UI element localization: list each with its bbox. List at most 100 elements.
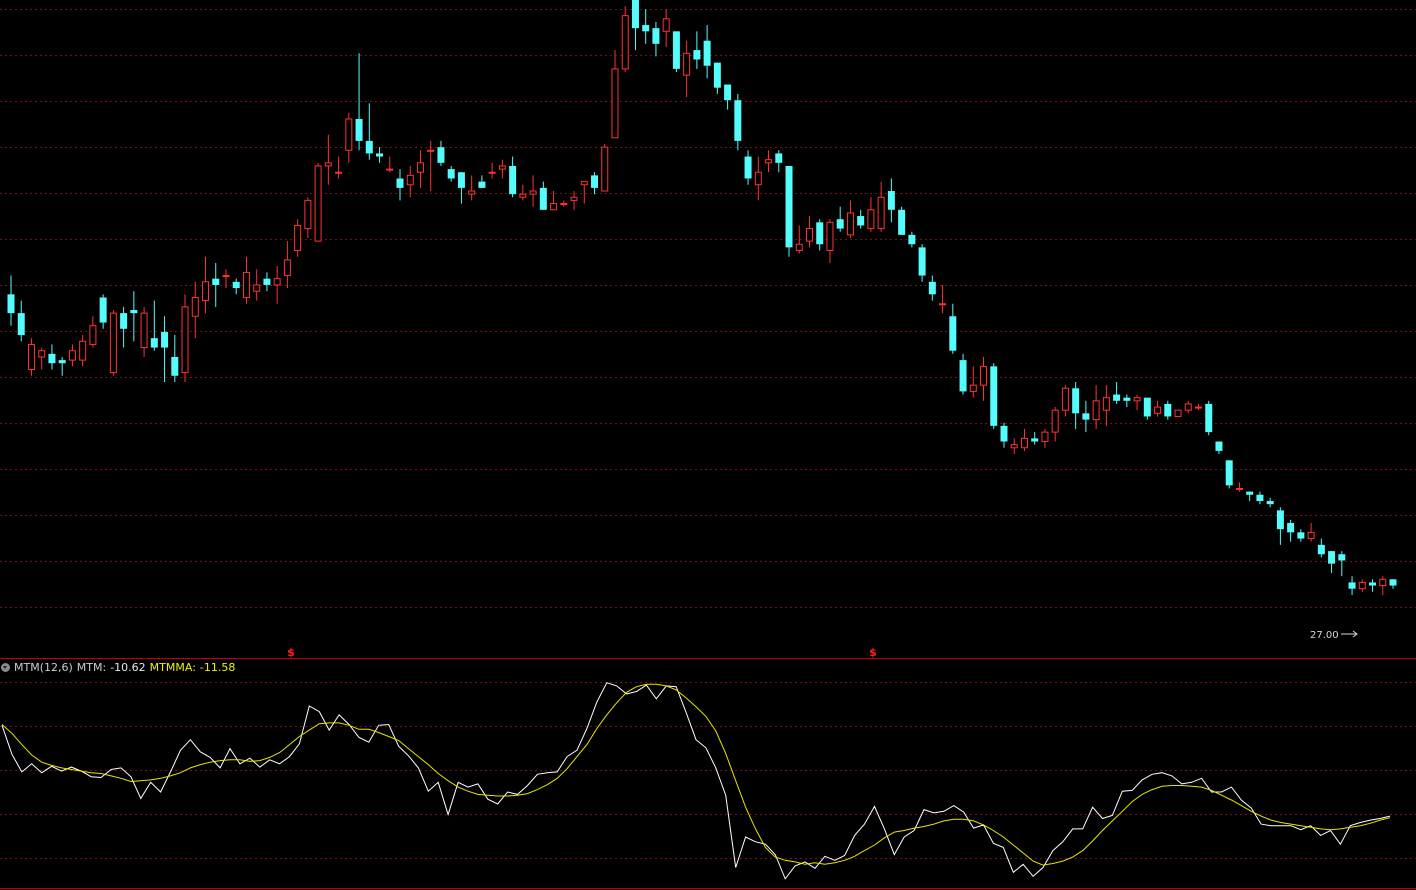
candle-body bbox=[580, 181, 588, 186]
candle-body bbox=[396, 178, 404, 188]
candle-body bbox=[365, 140, 373, 154]
candle-body bbox=[478, 181, 486, 188]
candle-body bbox=[1194, 406, 1202, 409]
dollar-marker-1: $ bbox=[287, 646, 295, 659]
last-price-label: 27.00 bbox=[1310, 630, 1339, 641]
candle-body bbox=[826, 221, 834, 252]
candle-body bbox=[1092, 400, 1100, 421]
candle-body bbox=[1174, 409, 1182, 417]
candle-body bbox=[539, 187, 547, 210]
candle-body bbox=[7, 294, 15, 314]
candle-body bbox=[283, 259, 291, 277]
candle-body bbox=[898, 209, 906, 235]
candle-body bbox=[468, 190, 476, 195]
candle-body bbox=[1328, 551, 1336, 564]
candle-body bbox=[498, 165, 506, 170]
candle-body bbox=[324, 162, 332, 167]
candle-body bbox=[140, 312, 148, 349]
candle-body bbox=[232, 281, 240, 289]
candle-body bbox=[1276, 510, 1284, 530]
candle-body bbox=[550, 203, 558, 211]
candle-body bbox=[1051, 409, 1059, 433]
candle-body bbox=[846, 212, 854, 236]
candle-body bbox=[601, 146, 609, 192]
candle-body bbox=[191, 296, 199, 317]
candle-body bbox=[591, 175, 599, 188]
candle-body bbox=[150, 338, 158, 348]
candle-body bbox=[857, 216, 865, 226]
candle-body bbox=[754, 171, 762, 186]
candle-body bbox=[867, 209, 875, 230]
candle-body bbox=[939, 303, 947, 306]
candle-body bbox=[1072, 388, 1080, 414]
candle-body bbox=[304, 199, 312, 230]
candle-body bbox=[1389, 579, 1397, 586]
candle-body bbox=[1154, 406, 1162, 414]
candle-body bbox=[130, 310, 138, 314]
candle-body bbox=[171, 356, 179, 376]
candle-body bbox=[1348, 582, 1356, 589]
candle-body bbox=[1000, 425, 1008, 442]
candle-body bbox=[1307, 531, 1315, 540]
candle-body bbox=[437, 147, 445, 163]
candle-body bbox=[488, 171, 496, 174]
candle-body bbox=[836, 219, 844, 229]
candle-body bbox=[181, 306, 189, 374]
candle-body bbox=[109, 312, 117, 374]
candle-body bbox=[785, 165, 793, 248]
candle-body bbox=[908, 234, 916, 245]
candle-body bbox=[560, 203, 568, 206]
dollar-marker-2: $ bbox=[869, 646, 877, 659]
candle-body bbox=[765, 159, 773, 164]
indicator-name[interactable]: MTM(12,6) bbox=[14, 661, 73, 674]
candle-body bbox=[1215, 441, 1223, 451]
candle-body bbox=[703, 40, 711, 66]
candle-body bbox=[734, 100, 742, 141]
candle-body bbox=[1164, 403, 1172, 417]
candle-body bbox=[744, 156, 752, 179]
candle-body bbox=[672, 31, 680, 69]
candle-body bbox=[1143, 397, 1151, 417]
candle-body bbox=[253, 284, 261, 292]
candle-body bbox=[1133, 397, 1141, 402]
candle-body bbox=[416, 162, 424, 173]
candle-body bbox=[713, 62, 721, 88]
candle-body bbox=[17, 313, 25, 336]
candle-body bbox=[693, 50, 701, 60]
candle-body bbox=[294, 224, 302, 252]
candle-body bbox=[273, 278, 281, 286]
candle-body bbox=[877, 196, 885, 230]
candle-body bbox=[222, 275, 230, 278]
candle-body bbox=[1010, 444, 1018, 449]
candle-body bbox=[529, 190, 537, 195]
candle-body bbox=[1041, 431, 1049, 443]
mtm-label: MTM: bbox=[76, 661, 107, 674]
candle-body bbox=[27, 343, 35, 370]
candle-body bbox=[263, 278, 271, 285]
candle-body bbox=[683, 52, 691, 76]
candle-body bbox=[509, 165, 517, 195]
candle-body bbox=[99, 297, 107, 323]
candle-body bbox=[1123, 397, 1131, 401]
candle-body bbox=[1205, 403, 1213, 433]
candle-body bbox=[120, 313, 128, 329]
candle-body bbox=[376, 153, 384, 157]
candle-body bbox=[631, 0, 639, 29]
candle-body bbox=[1020, 437, 1028, 449]
candle-body bbox=[212, 278, 220, 285]
candle-body bbox=[314, 165, 322, 242]
candle-body bbox=[1235, 487, 1243, 490]
candle-body bbox=[959, 360, 967, 392]
mtmma-label: MTMMA: bbox=[149, 661, 196, 674]
collapse-toggle-icon[interactable] bbox=[1, 663, 10, 672]
candle-body bbox=[570, 196, 578, 201]
candle-body bbox=[816, 222, 824, 245]
candle-body bbox=[79, 340, 87, 361]
candle-body bbox=[1266, 501, 1274, 505]
candle-body bbox=[58, 360, 66, 364]
candle-body bbox=[427, 149, 435, 152]
candle-body bbox=[980, 365, 988, 386]
candle-body bbox=[89, 325, 97, 345]
candle-body bbox=[1061, 387, 1069, 411]
candle-body bbox=[1082, 413, 1090, 420]
